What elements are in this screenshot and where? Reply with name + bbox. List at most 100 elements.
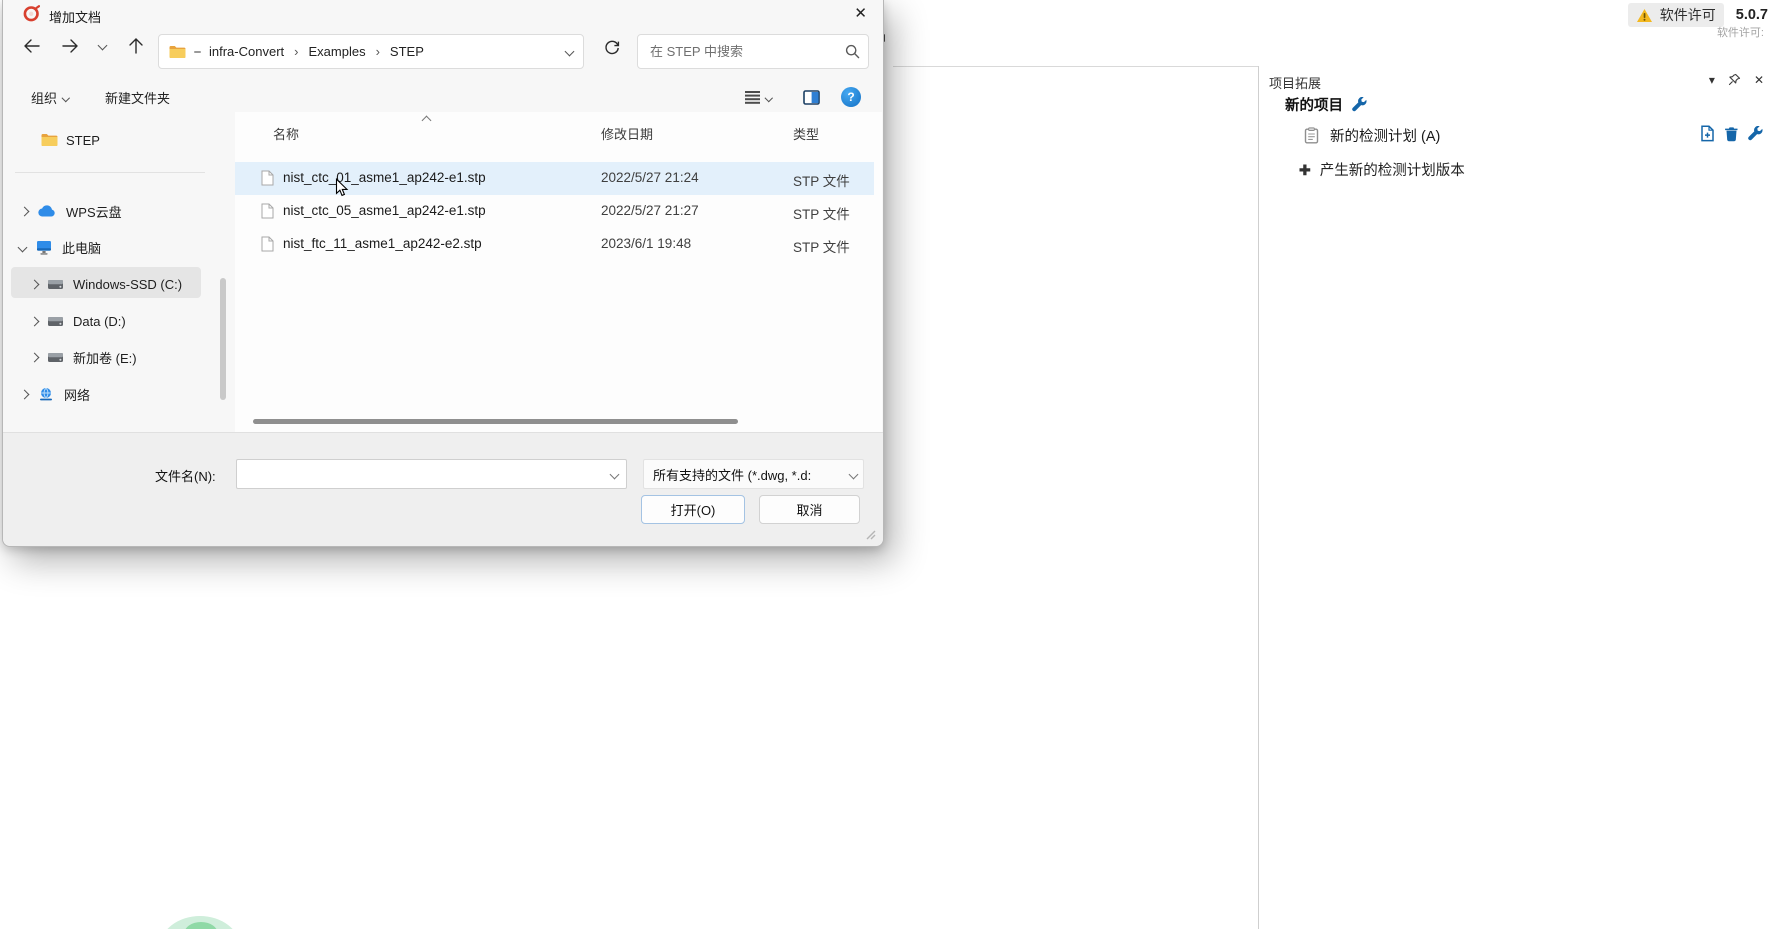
breadcrumb-item[interactable]: infra-Convert [209,44,284,59]
new-folder-button[interactable]: 新建文件夹 [105,88,170,107]
expander-chevron-icon[interactable] [30,316,40,326]
dialog-close-icon[interactable]: ✕ [854,4,867,22]
sidebar-item-new-volume-e[interactable]: 新加卷 (E:) [31,342,137,372]
up-button[interactable] [129,38,143,54]
project-settings-wrench-icon[interactable] [1352,97,1367,112]
refresh-button[interactable] [604,40,620,56]
recent-locations-chevron-icon[interactable] [98,41,108,51]
expander-chevron-icon[interactable] [30,279,40,289]
dialog-titlebar[interactable]: 增加文档 ✕ [3,0,883,28]
file-date: 2022/5/27 21:24 [601,170,699,185]
sidebar-item-step[interactable]: STEP [41,125,100,155]
open-button-label: 打开(O) [671,500,716,519]
back-button[interactable] [23,39,40,53]
drive-icon [47,279,64,290]
file-row[interactable]: nist_ctc_05_asme1_ap242-e1.stp 2022/5/27… [235,195,874,228]
sort-ascending-icon[interactable] [422,116,432,126]
sidebar-item-label: 网络 [64,385,90,404]
drive-icon [47,352,64,363]
help-button[interactable]: ? [841,87,861,107]
file-row[interactable]: nist_ftc_11_asme1_ap242-e2.stp 2023/6/1 … [235,228,874,261]
column-header-type[interactable]: 类型 [793,124,819,143]
sidebar-item-network[interactable]: 网络 [21,379,90,409]
breadcrumb-dash-icon [194,51,201,53]
file-date: 2023/6/1 19:48 [601,236,691,251]
file-type: STP 文件 [793,203,850,223]
project-row: 新的项目 [1285,94,1367,115]
sidebar-item-data-d[interactable]: Data (D:) [31,306,126,336]
plan-settings-wrench-icon[interactable] [1748,126,1763,141]
file-name: nist_ctc_05_asme1_ap242-e1.stp [283,203,486,218]
panel-menu-caret-icon[interactable]: ▾ [1709,74,1715,86]
expander-chevron-icon[interactable] [18,242,28,252]
plus-icon: ✚ [1299,163,1311,177]
filter-dropdown-chevron-icon [849,469,859,479]
resize-grip[interactable] [863,527,876,540]
cancel-button[interactable]: 取消 [759,495,860,524]
address-dropdown-chevron-icon[interactable] [565,47,575,57]
organize-label: 组织 [31,88,57,107]
sidebar-item-label: 新加卷 (E:) [73,348,137,367]
expander-chevron-icon[interactable] [20,206,30,216]
new-folder-label: 新建文件夹 [105,88,170,107]
sidebar-item-wps-cloud[interactable]: WPS云盘 [21,196,122,226]
sidebar-scrollbar[interactable] [220,278,226,400]
inspection-plan-row[interactable]: 新的检测计划 (A) [1304,125,1440,146]
sidebar-item-windows-ssd-c[interactable]: Windows-SSD (C:) [31,269,182,299]
version-number: 5.0.7 [1736,7,1768,23]
add-document-icon[interactable] [1700,125,1715,142]
new-plan-version-label: 产生新的检测计划版本 [1320,159,1465,180]
expander-chevron-icon[interactable] [20,389,30,399]
file-list: 名称 修改日期 类型 nist_ctc_01_asme1_ap242-e1.st… [235,112,882,432]
panel-header-controls: ▾ ✕ [1709,73,1764,86]
preview-pane-button[interactable] [803,90,820,105]
details-view-icon [745,91,760,104]
breadcrumb-item[interactable]: STEP [390,44,424,59]
delete-icon[interactable] [1724,126,1739,142]
file-name: nist_ftc_11_asme1_ap242-e2.stp [283,236,482,251]
add-document-dialog: 增加文档 ✕ infra-Convert › Examples › STEP [2,0,884,547]
file-name: nist_ctc_01_asme1_ap242-e1.stp [283,170,486,185]
organize-chevron-icon [62,94,70,102]
network-icon [38,387,54,401]
file-type: STP 文件 [793,236,850,256]
sidebar-item-label: Windows-SSD (C:) [73,277,182,292]
sidebar-item-this-pc[interactable]: 此电脑 [19,232,101,262]
view-mode-button[interactable] [745,91,772,104]
panel-title: 项目拓展 [1269,73,1321,92]
warning-icon [1636,8,1653,23]
filetype-filter-dropdown[interactable]: 所有支持的文件 (*.dwg, *.d: [643,459,864,489]
project-expansion-panel: 项目拓展 ▾ ✕ 新的项目 新的检测计划 (A) [1259,66,1776,929]
expander-chevron-icon[interactable] [30,352,40,362]
file-row[interactable]: nist_ctc_01_asme1_ap242-e1.stp 2022/5/27… [235,162,874,195]
filename-combobox [236,459,627,489]
search-box [637,34,869,69]
search-input[interactable] [648,43,839,60]
assistant-bubble[interactable] [160,916,240,929]
new-plan-version-row[interactable]: ✚ 产生新的检测计划版本 [1299,159,1465,180]
open-button[interactable]: 打开(O) [641,495,745,524]
breadcrumb[interactable]: infra-Convert › Examples › STEP [158,34,584,69]
column-header-date[interactable]: 修改日期 [601,124,653,143]
project-name: 新的项目 [1285,94,1343,115]
panel-close-icon[interactable]: ✕ [1754,74,1764,86]
license-pill[interactable]: 软件许可 [1628,3,1724,27]
breadcrumb-separator-icon: › [292,44,300,59]
folder-icon [169,45,186,59]
filename-dropdown-chevron-icon[interactable] [610,469,620,479]
column-header-name[interactable]: 名称 [273,124,299,143]
sidebar-item-label: STEP [66,133,100,148]
help-icon: ? [847,91,854,103]
search-icon [845,44,860,59]
mouse-cursor [335,178,349,198]
forward-button[interactable] [62,39,79,53]
breadcrumb-item[interactable]: Examples [308,44,365,59]
file-icon [261,203,274,219]
inspection-plan-label: 新的检测计划 (A) [1330,125,1440,146]
license-label: 软件许可 [1660,5,1716,25]
organize-button[interactable]: 组织 [31,88,69,107]
filename-input[interactable] [245,466,611,483]
filename-label: 文件名(N): [155,466,216,485]
horizontal-scrollbar[interactable] [253,419,738,424]
pin-icon[interactable] [1728,73,1741,86]
